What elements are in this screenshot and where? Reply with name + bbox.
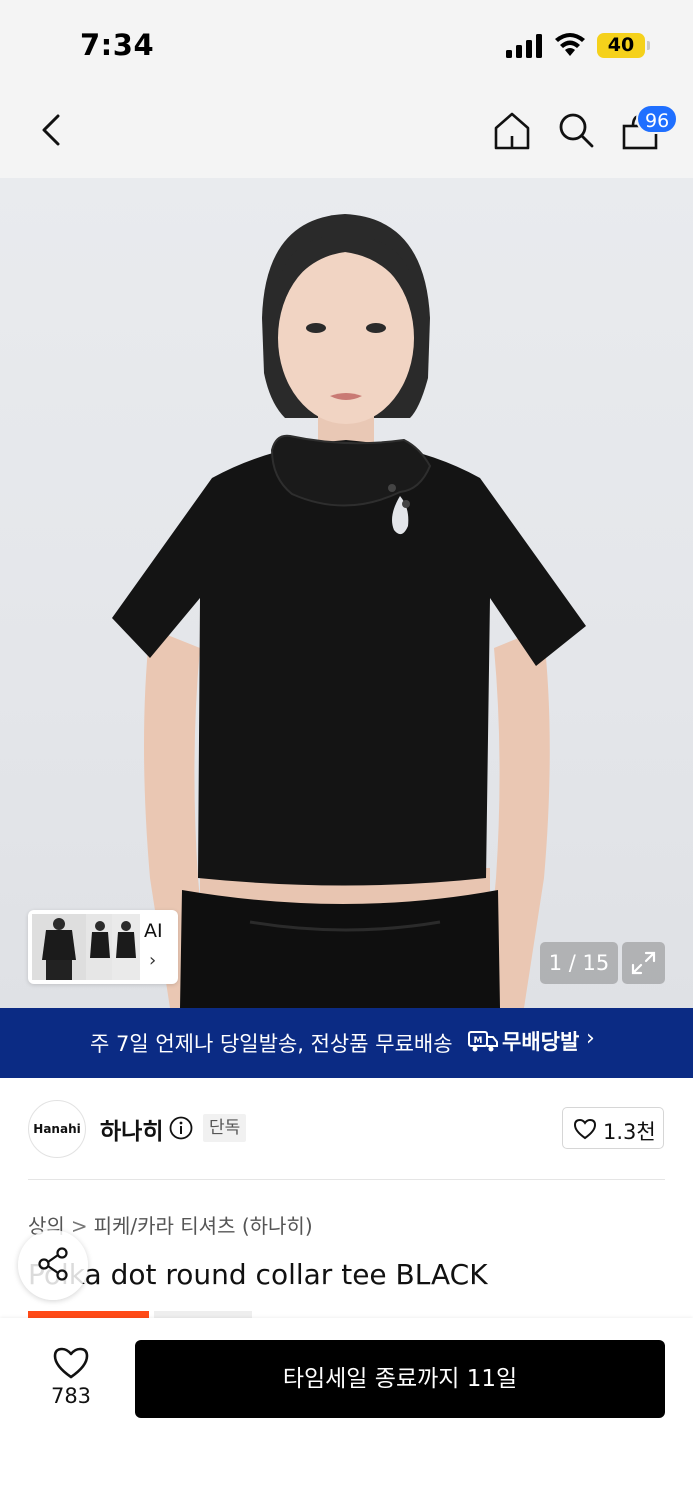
breadcrumb-separator: >: [70, 1214, 88, 1238]
brand-name[interactable]: 하나히: [100, 1112, 163, 1146]
back-icon[interactable]: [34, 110, 68, 150]
brand-logo[interactable]: Hanahi: [28, 1100, 86, 1158]
buy-button[interactable]: 타임세일 종료까지 11일: [135, 1340, 665, 1418]
product-title: Polka dot round collar tee BLACK: [28, 1258, 488, 1291]
battery-indicator: 40: [597, 33, 650, 58]
ai-label: AI: [144, 920, 163, 942]
status-bar: 7:34 40: [0, 0, 693, 90]
shipping-promo-banner[interactable]: 주 7일 언제나 당일발송, 전상품 무료배송 M 무배당발 ›: [0, 1008, 693, 1078]
heart-icon: [53, 1347, 89, 1379]
cart-count-badge: 96: [636, 104, 679, 134]
breadcrumb-item-subcategory[interactable]: 피케/카라 티셔츠 (하나히): [94, 1214, 313, 1238]
chevron-right-icon: ›: [149, 950, 157, 971]
shipping-promo-text: 주 7일 언제나 당일발송, 전상품 무료배송: [90, 1032, 453, 1056]
exclusive-badge: 단독: [203, 1114, 247, 1142]
wifi-icon: [555, 33, 585, 56]
product-photo: [112, 214, 586, 1008]
svg-text:M: M: [474, 1036, 483, 1046]
cellular-signal-icon: [506, 34, 542, 58]
wishlist-count: 783: [50, 1384, 92, 1408]
nav-bar: [0, 90, 693, 178]
thumbnail-image: [32, 914, 86, 980]
image-page-counter: 1 / 15: [540, 942, 618, 984]
bottom-action-bar: 783 타임세일 종료까지 11일: [0, 1318, 693, 1500]
expand-icon[interactable]: [622, 942, 665, 984]
thumbnail-image: [86, 914, 114, 980]
shipping-logo: M 무배당발: [468, 1026, 579, 1056]
home-icon[interactable]: [491, 110, 533, 152]
heart-icon: [573, 1118, 597, 1140]
truck-icon: M: [468, 1031, 498, 1052]
chevron-right-icon: ›: [586, 1026, 595, 1051]
ai-fitting-thumbnail-card[interactable]: AI ›: [28, 910, 178, 984]
product-image-gallery[interactable]: AI › 1 / 15: [0, 178, 693, 1008]
search-icon[interactable]: [556, 110, 596, 150]
share-button[interactable]: [18, 1230, 88, 1300]
brand-like-button[interactable]: 1.3천: [562, 1107, 664, 1149]
status-time: 7:34: [80, 28, 155, 62]
thumbnail-image: [112, 914, 140, 980]
brand-like-count: 1.3천: [603, 1120, 656, 1144]
divider: [28, 1179, 665, 1180]
wishlist-button[interactable]: 783: [30, 1342, 112, 1416]
share-icon: [38, 1247, 68, 1281]
brand-row: Hanahi 하나히 단독 1.3천: [0, 1078, 693, 1180]
info-icon[interactable]: [169, 1116, 193, 1140]
shipping-logo-text: 무배당발: [502, 1030, 580, 1054]
